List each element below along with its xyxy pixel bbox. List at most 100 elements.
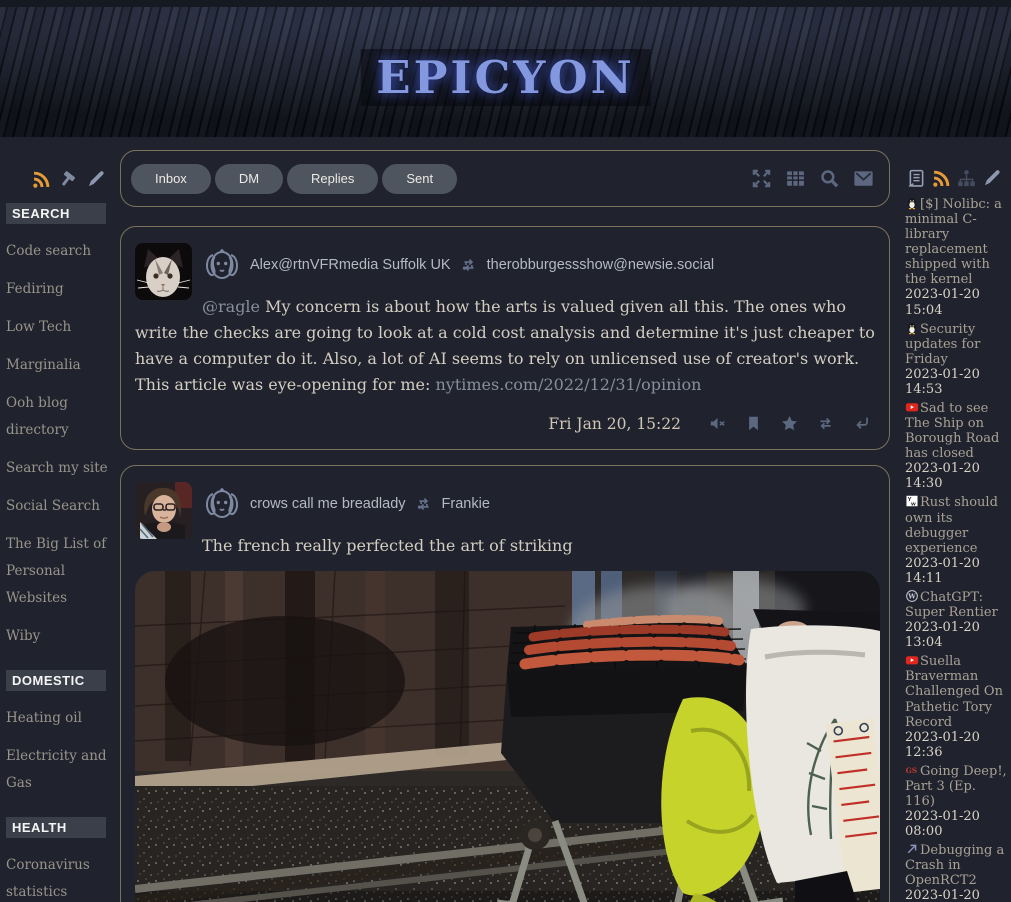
envelope-icon[interactable] [852,167,875,190]
newswire-date: 2023-01-20 08:00 [905,809,1007,839]
post-author[interactable]: crows call me breadlady [250,496,406,512]
newspaper-icon[interactable] [906,168,927,189]
extlink-icon [905,842,919,856]
youtube-icon [905,400,919,414]
edit-icon[interactable] [981,168,1002,189]
avatar-cat[interactable] [135,243,192,300]
repeat-icon[interactable] [816,414,835,433]
section-header-search: SEARCH [6,203,106,224]
cat-avatar-image [135,243,192,300]
search-icon[interactable] [818,167,841,190]
newswire-date: 2023-01-20 13:04 [905,620,1007,650]
newswire-link[interactable]: Suella Braverman Challenged On Pathetic … [905,654,1003,729]
sidebar-link[interactable]: Ooh blog directory [6,390,114,444]
tab-sent[interactable]: Sent [382,164,457,194]
rss-icon[interactable] [31,169,52,190]
breadlady-avatar-image [135,482,192,539]
post-image-attachment[interactable] [135,571,880,902]
newswire-date: 2023-01-20 14:11 [905,556,1007,586]
mention-link[interactable]: @ragle [202,297,260,316]
sidebar-link[interactable]: Marginalia [6,352,114,379]
newswire-link[interactable]: [$] Nolibc: a minimal C-library replacem… [905,197,1002,287]
newswire-item: Debugging a Crash in OpenRCT22023-01-20 … [905,842,1007,902]
post-1-footer: Fri Jan 20, 15:22 [135,414,871,433]
post-1-body: @ragle My concern is about how the arts … [135,294,875,398]
sidebar-link[interactable]: Fediring [6,276,114,303]
youtube-icon [905,653,919,667]
hammer-icon[interactable] [58,169,79,190]
sidebar-link[interactable]: Social Search [6,493,114,520]
sidebar-link[interactable]: Search my site [6,455,114,482]
post-external-link[interactable]: nytimes.com/2022/12/31/opinion [435,375,701,394]
announce-icon [459,255,479,275]
epicyon-dog-icon [202,484,242,524]
post-action-icons [708,414,871,433]
newswire-item: [$] Nolibc: a minimal C-library replacem… [905,196,1007,318]
newswire-item: Rust should own its debugger experience2… [905,494,1007,585]
post-2-header: crows call me breadlady Frankie [202,482,875,526]
post-1-header: Alex@rtnVFRmedia Suffolk UK therobburges… [202,243,875,287]
epicyon-dog-icon [202,245,242,285]
post-author[interactable]: Alex@rtnVFRmedia Suffolk UK [250,257,451,273]
timeline-toolbar-icons [750,167,875,190]
gs-icon [905,763,919,777]
top-strip [0,0,1011,7]
timeline-column: InboxDMRepliesSent [120,137,890,902]
newswire-link[interactable]: Going Deep!, Part 3 (Ep. 116) [905,764,1007,809]
avatar-breadlady[interactable] [135,482,192,539]
penguin-icon [905,196,919,210]
post-2: crows call me breadlady Frankie The fren… [120,465,890,902]
wordpress-icon [905,589,919,603]
sidebar-link[interactable]: Wiby [6,623,114,650]
newswire-date: 2023-01-20 07:48 [905,888,1007,902]
post-timestamp[interactable]: Fri Jan 20, 15:22 [548,415,681,433]
yw-icon [905,494,919,508]
links-sections: SEARCH Code search Fediring Low Tech Margina… [6,203,120,902]
post-announced-to[interactable]: Frankie [442,496,490,512]
links-sidebar: SEARCH Code search Fediring Low Tech Margina… [0,137,120,902]
content-area: SEARCH Code search Fediring Low Tech Margina… [0,137,1011,902]
bookmark-icon[interactable] [744,414,763,433]
tab-dm[interactable]: DM [215,164,283,194]
newswire-item: Security updates for Friday2023-01-20 14… [905,321,1007,397]
epicyon-app: EPICYON SEARCH Code search Fediring Low Tec… [0,0,1011,902]
newswire-link[interactable]: Sad to see The Ship on Borough Road has … [905,401,999,461]
newswire-list: [$] Nolibc: a minimal C-library replacem… [905,196,1007,902]
section-header-health: HEALTH [6,817,106,838]
newswire-sidebar-icons [905,168,1007,189]
reply-icon[interactable] [852,414,871,433]
sitemap-icon[interactable] [956,168,977,189]
sidebar-link[interactable]: Coronavirus statistics [6,852,114,902]
table-icon[interactable] [784,167,807,190]
timeline-tabs: InboxDMRepliesSent [131,164,457,194]
section-header-domestic: DOMESTIC [6,670,106,691]
newswire-date: 2023-01-20 14:53 [905,367,1007,397]
sidebar-link[interactable]: Heating oil [6,705,114,732]
newswire-item: Suella Braverman Challenged On Pathetic … [905,653,1007,760]
links-sidebar-icons [6,169,120,190]
newswire-item: Going Deep!, Part 3 (Ep. 116)2023-01-20 … [905,763,1007,839]
rss-icon[interactable] [931,168,952,189]
sidebar-link[interactable]: The Big List of Personal Websites [6,531,114,612]
grill-photo [135,571,880,902]
announce-icon [414,494,434,514]
sidebar-link[interactable]: Low Tech [6,314,114,341]
newswire-item: Sad to see The Ship on Borough Road has … [905,400,1007,491]
newswire-link[interactable]: Debugging a Crash in OpenRCT2 [905,843,1004,888]
edit-icon[interactable] [85,169,106,190]
post-announced-to[interactable]: therobburgessshow@newsie.social [487,257,715,273]
mute-icon[interactable] [708,414,727,433]
newswire-date: 2023-01-20 14:30 [905,461,1007,491]
tab-inbox[interactable]: Inbox [131,164,211,194]
sidebar-link[interactable]: Electricity and Gas [6,743,114,797]
site-title: EPICYON [360,49,650,106]
expand-icon[interactable] [750,167,773,190]
star-icon[interactable] [780,414,799,433]
timeline-tabbar: InboxDMRepliesSent [120,150,890,207]
newswire-sidebar: [$] Nolibc: a minimal C-library replacem… [890,137,1011,902]
tab-replies[interactable]: Replies [287,164,378,194]
penguin-icon [905,321,919,335]
newswire-date: 2023-01-20 12:36 [905,730,1007,760]
banner-image[interactable]: EPICYON [0,7,1011,137]
sidebar-link[interactable]: Code search [6,238,114,265]
